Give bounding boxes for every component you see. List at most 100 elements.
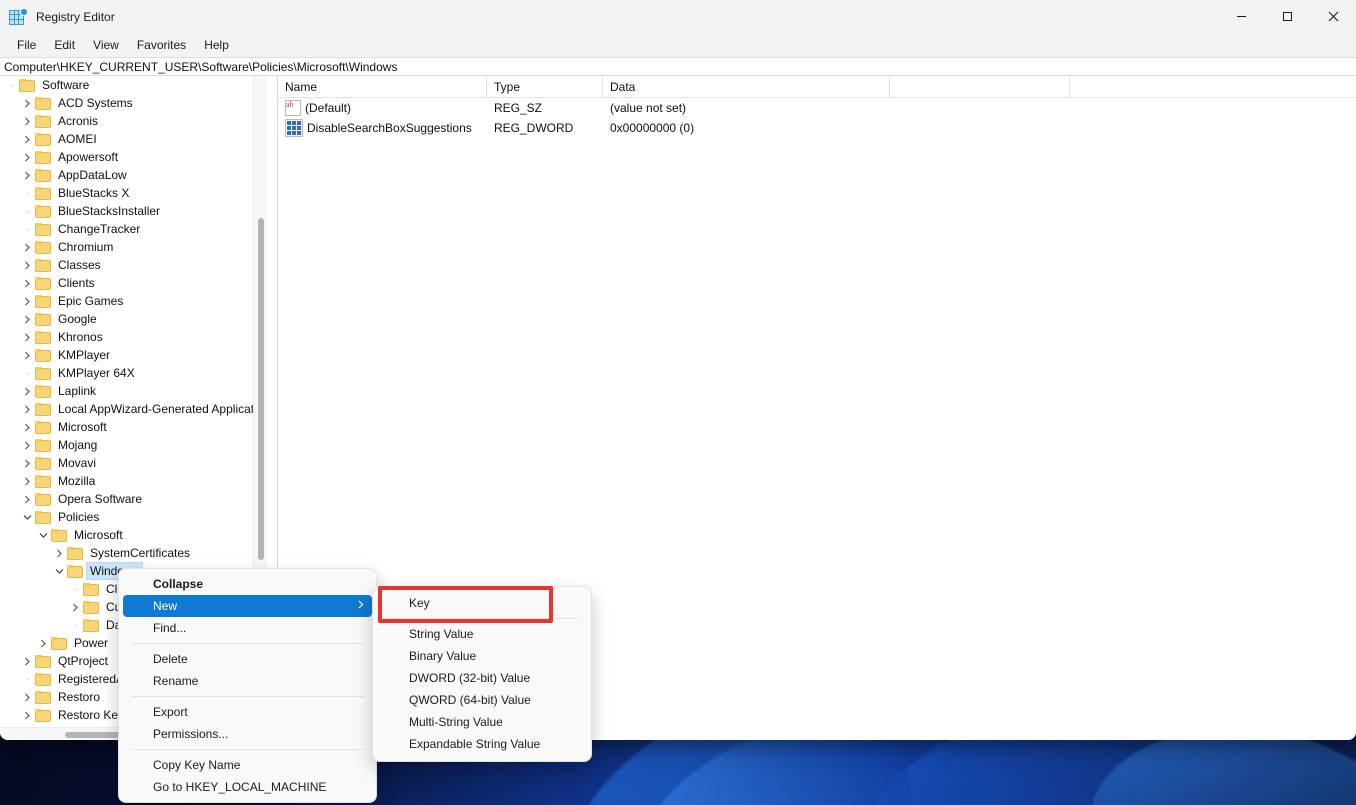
title-bar[interactable]: Registry Editor [0,0,1356,33]
tree-item-label: AppDataLow [55,167,130,183]
context-menu-item-collapse[interactable]: Collapse [123,573,372,595]
tree-item-kmplayer-64x[interactable]: KMPlayer 64X [0,364,260,382]
tree-line-marker [20,220,35,238]
folder-icon [35,709,51,722]
chevron-right-icon[interactable] [20,292,35,310]
new-submenu-item-multi-string-value[interactable]: Multi-String Value [377,711,587,733]
new-submenu-item-qword-64-bit-value[interactable]: QWORD (64-bit) Value [377,689,587,711]
context-menu-item-go-to-hkey-local-machine[interactable]: Go to HKEY_LOCAL_MACHINE [123,776,372,798]
value-data: 0x00000000 (0) [603,118,890,138]
chevron-right-icon[interactable] [20,256,35,274]
column-header-blank[interactable] [890,76,1070,97]
tree-item-mojang[interactable]: Mojang [0,436,260,454]
tree-item-microsoft[interactable]: Microsoft [0,418,260,436]
address-bar[interactable]: Computer\HKEY_CURRENT_USER\Software\Poli… [0,57,1356,76]
tree-vertical-scroll-thumb[interactable] [258,218,264,560]
new-submenu-item-string-value[interactable]: String Value [377,623,587,645]
tree-item-label: Epic Games [55,293,126,309]
folder-icon [83,619,99,632]
tree-item-policies[interactable]: Policies [0,508,260,526]
tree-item-acd-systems[interactable]: ACD Systems [0,94,260,112]
chevron-right-icon[interactable] [20,112,35,130]
tree-item-changetracker[interactable]: ChangeTracker [0,220,260,238]
new-submenu-item-expandable-string-value[interactable]: Expandable String Value [377,733,587,755]
chevron-right-icon[interactable] [36,634,51,652]
tree-item-label: Microsoft [55,419,110,435]
close-button[interactable] [1310,0,1356,33]
chevron-right-icon[interactable] [20,346,35,364]
chevron-down-icon[interactable] [36,526,51,544]
chevron-right-icon[interactable] [20,652,35,670]
chevron-right-icon[interactable] [52,544,67,562]
dword-value-icon [285,119,303,137]
tree-item-bluestacksinstaller[interactable]: BlueStacksInstaller [0,202,260,220]
context-menu-item-permissions[interactable]: Permissions... [123,723,372,745]
chevron-right-icon[interactable] [20,706,35,724]
column-header-name[interactable]: Name [278,76,487,97]
maximize-button[interactable] [1264,0,1310,33]
chevron-right-icon[interactable] [20,382,35,400]
chevron-right-icon[interactable] [68,598,83,616]
chevron-right-icon[interactable] [20,472,35,490]
tree-item-kmplayer[interactable]: KMPlayer [0,346,260,364]
menu-favorites[interactable]: Favorites [128,35,195,55]
tree-item-mozilla[interactable]: Mozilla [0,472,260,490]
tree-item-opera-software[interactable]: Opera Software [0,490,260,508]
tree-item-bluestacks-x[interactable]: BlueStacks X [0,184,260,202]
chevron-right-icon[interactable] [20,490,35,508]
tree-item-google[interactable]: Google [0,310,260,328]
menu-view[interactable]: View [84,35,128,55]
menu-file[interactable]: File [8,35,45,55]
context-menu-item-delete[interactable]: Delete [123,648,372,670]
chevron-right-icon[interactable] [20,130,35,148]
context-menu-item-new[interactable]: New [123,595,372,617]
context-menu-item-label: Export [153,705,188,719]
context-menu-item-copy-key-name[interactable]: Copy Key Name [123,754,372,776]
context-menu-item-label: New [153,599,177,613]
minimize-button[interactable] [1218,0,1264,33]
tree-item-local-appwizard-generated-applications[interactable]: Local AppWizard-Generated Applications [0,400,260,418]
tree-item-epic-games[interactable]: Epic Games [0,292,260,310]
chevron-right-icon[interactable] [20,688,35,706]
tree-item-khronos[interactable]: Khronos [0,328,260,346]
value-row[interactable]: DisableSearchBoxSuggestionsREG_DWORD0x00… [278,118,1356,138]
folder-icon [35,295,51,308]
chevron-right-icon[interactable] [20,94,35,112]
tree-item-appdatalow[interactable]: AppDataLow [0,166,260,184]
context-menu-item-export[interactable]: Export [123,701,372,723]
column-header-type[interactable]: Type [487,76,603,97]
chevron-down-icon[interactable] [20,508,35,526]
tree-item-microsoft[interactable]: Microsoft [0,526,260,544]
tree-item-laplink[interactable]: Laplink [0,382,260,400]
context-menu-item-rename[interactable]: Rename [123,670,372,692]
tree-item-systemcertificates[interactable]: SystemCertificates [0,544,260,562]
tree-item-clients[interactable]: Clients [0,274,260,292]
chevron-right-icon[interactable] [20,418,35,436]
chevron-right-icon[interactable] [20,166,35,184]
chevron-right-icon[interactable] [20,238,35,256]
chevron-right-icon[interactable] [20,274,35,292]
tree-item-classes[interactable]: Classes [0,256,260,274]
column-header-data[interactable]: Data [603,76,890,97]
tree-item-movavi[interactable]: Movavi [0,454,260,472]
tree-item-software[interactable]: Software [0,76,260,94]
context-menu-item-find[interactable]: Find... [123,617,372,639]
chevron-right-icon[interactable] [20,148,35,166]
menu-bar: File Edit View Favorites Help [0,33,1356,57]
tree-item-apowersoft[interactable]: Apowersoft [0,148,260,166]
new-submenu-item-binary-value[interactable]: Binary Value [377,645,587,667]
new-submenu-item-key[interactable]: Key [377,592,587,614]
tree-item-acronis[interactable]: Acronis [0,112,260,130]
chevron-right-icon[interactable] [20,400,35,418]
value-row[interactable]: (Default)REG_SZ(value not set) [278,98,1356,118]
chevron-right-icon[interactable] [20,436,35,454]
new-submenu-item-dword-32-bit-value[interactable]: DWORD (32-bit) Value [377,667,587,689]
tree-item-chromium[interactable]: Chromium [0,238,260,256]
chevron-right-icon[interactable] [20,328,35,346]
menu-edit[interactable]: Edit [45,35,84,55]
menu-help[interactable]: Help [195,35,238,55]
chevron-right-icon[interactable] [20,310,35,328]
chevron-down-icon[interactable] [52,562,67,580]
chevron-right-icon[interactable] [20,454,35,472]
tree-item-aomei[interactable]: AOMEI [0,130,260,148]
